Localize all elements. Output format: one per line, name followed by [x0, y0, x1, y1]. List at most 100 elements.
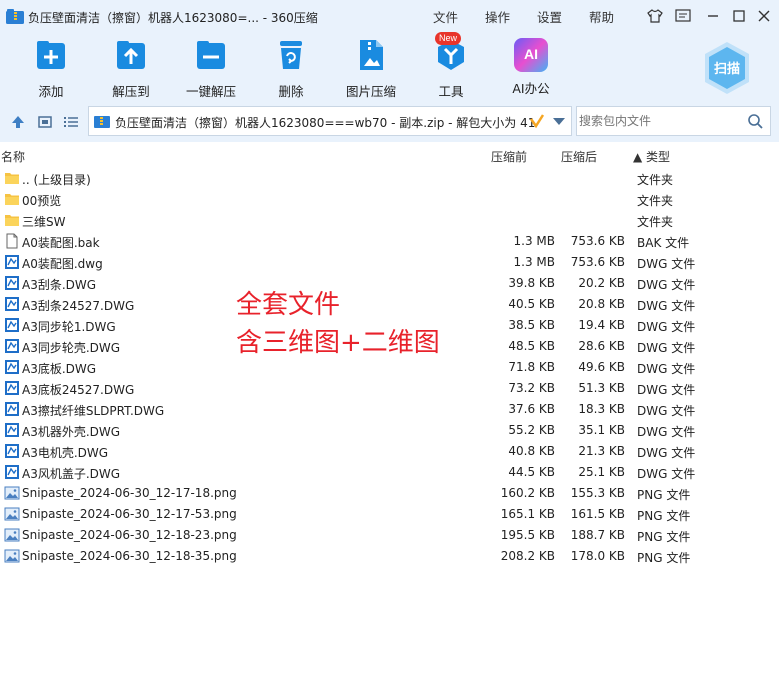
- file-type: DWG 文件: [637, 425, 696, 439]
- file-name: Snipaste_2024-06-30_12-18-35.png: [22, 549, 237, 563]
- skin-button[interactable]: [644, 6, 666, 26]
- up-arrow-icon[interactable]: [10, 114, 26, 130]
- file-row[interactable]: Snipaste_2024-06-30_12-18-23.png 195.5 KB…: [0, 525, 779, 546]
- extract-to-icon: [117, 41, 145, 69]
- title-bar: 负压壁面清洁（擦窗）机器人1623080=... - 360压缩 文件 操作 设…: [0, 0, 779, 32]
- delete-icon: [280, 41, 302, 69]
- scan-button[interactable]: 扫描: [702, 40, 752, 96]
- file-type: DWG 文件: [637, 467, 696, 481]
- one-click-extract-button[interactable]: 一键解压: [176, 38, 246, 99]
- dwg-file-icon: [5, 381, 19, 395]
- file-type: DWG 文件: [637, 404, 696, 418]
- menu-help[interactable]: 帮助: [589, 7, 614, 26]
- file-row[interactable]: Snipaste_2024-06-30_12-18-35.png 208.2 KB…: [0, 546, 779, 567]
- file-type: PNG 文件: [637, 530, 691, 544]
- address-bar: 负压壁面清洁（擦窗）机器人1623080===wb70 - 副本.zip - 解…: [0, 102, 779, 142]
- overlay-line-1: 全套文件: [236, 290, 341, 320]
- add-button[interactable]: 添加: [16, 38, 86, 99]
- file-name: A0装配图.bak: [22, 236, 100, 250]
- thumbnail-view-icon[interactable]: [37, 114, 53, 130]
- file-type: 文件夹: [637, 215, 674, 229]
- file-list-header: 名称 压缩前 压缩后 ▲ 类型: [0, 145, 779, 167]
- size-after: 49.6 KB: [578, 360, 625, 374]
- search-icon[interactable]: [747, 113, 763, 129]
- image-compress-button[interactable]: 图片压缩: [336, 38, 406, 99]
- file-row[interactable]: Snipaste_2024-06-30_12-17-53.png 165.1 KB…: [0, 504, 779, 525]
- archive-path: 负压壁面清洁（擦窗）机器人1623080===wb70 - 副本.zip - 解…: [115, 116, 535, 130]
- size-after: 35.1 KB: [578, 423, 625, 437]
- file-type: DWG 文件: [637, 299, 696, 313]
- file-row[interactable]: A3机器外壳.DWG 55.2 KB 35.1 KB DWG 文件: [0, 420, 779, 441]
- path-dropdown-icon[interactable]: [553, 118, 565, 125]
- minimize-button[interactable]: [702, 6, 724, 26]
- file-row[interactable]: 00预览 文件夹: [0, 189, 779, 210]
- file-type: PNG 文件: [637, 488, 691, 502]
- file-name: A3同步轮1.DWG: [22, 320, 116, 334]
- file-row[interactable]: A0装配图.dwg 1.3 MB 753.6 KB DWG 文件: [0, 252, 779, 273]
- file-row[interactable]: A3底板24527.DWG 73.2 KB 51.3 KB DWG 文件: [0, 378, 779, 399]
- size-after: 155.3 KB: [570, 486, 625, 500]
- ai-icon-text: AI: [524, 46, 538, 62]
- size-after: 753.6 KB: [570, 255, 625, 269]
- image-file-icon: [4, 486, 20, 500]
- image-compress-label: 图片压缩: [345, 84, 396, 99]
- menu-operation[interactable]: 操作: [485, 7, 510, 26]
- message-icon: [675, 9, 691, 22]
- menu-settings[interactable]: 设置: [537, 7, 562, 26]
- column-before[interactable]: 压缩前: [491, 148, 527, 165]
- file-type: DWG 文件: [637, 383, 696, 397]
- minimize-icon: [708, 15, 718, 17]
- feedback-button[interactable]: [672, 6, 694, 26]
- file-name: A3底板.DWG: [22, 362, 97, 376]
- file-type: DWG 文件: [637, 257, 696, 271]
- add-label: 添加: [38, 84, 64, 99]
- file-row[interactable]: A3擦拭纤维SLDPRT.DWG 37.6 KB 18.3 KB DWG 文件: [0, 399, 779, 420]
- path-field[interactable]: 负压壁面清洁（擦窗）机器人1623080===wb70 - 副本.zip - 解…: [88, 106, 572, 136]
- column-type[interactable]: ▲ 类型: [633, 148, 670, 165]
- file-row[interactable]: A0装配图.bak 1.3 MB 753.6 KB BAK 文件: [0, 231, 779, 252]
- maximize-button[interactable]: [728, 6, 750, 26]
- size-after: 21.3 KB: [578, 444, 625, 458]
- dwg-file-icon: [5, 465, 19, 479]
- file-name: A3擦拭纤维SLDPRT.DWG: [22, 404, 165, 418]
- file-icon: [6, 233, 18, 249]
- file-row[interactable]: A3电机壳.DWG 40.8 KB 21.3 KB DWG 文件: [0, 441, 779, 462]
- list-view-icon[interactable]: [63, 114, 79, 130]
- file-name: A3同步轮壳.DWG: [22, 341, 121, 355]
- overlay-annotation: 全套文件 含三维图+二维图: [236, 286, 440, 362]
- folder-icon: [5, 215, 19, 226]
- dwg-file-icon: [5, 444, 19, 458]
- add-icon: [37, 41, 65, 69]
- column-name[interactable]: 名称: [1, 148, 25, 165]
- ai-office-icon: AI: [514, 38, 548, 72]
- folder-icon: [5, 173, 19, 184]
- file-name: 三维SW: [22, 215, 66, 229]
- tools-button[interactable]: New 工具: [416, 32, 486, 99]
- dwg-file-icon: [5, 255, 19, 269]
- ai-office-button[interactable]: AI AI办公: [496, 38, 566, 98]
- search-box[interactable]: [576, 106, 771, 136]
- close-button[interactable]: [753, 6, 775, 26]
- delete-button[interactable]: 删除: [256, 38, 326, 99]
- scan-label: 扫描: [713, 62, 740, 77]
- window-title: 负压壁面清洁（擦窗）机器人1623080=... - 360压缩: [28, 11, 318, 25]
- dwg-file-icon: [5, 402, 19, 416]
- file-name: .. (上级目录): [22, 173, 91, 187]
- image-file-icon: [4, 507, 20, 521]
- file-row[interactable]: 三维SW 文件夹: [0, 210, 779, 231]
- file-type: BAK 文件: [637, 236, 690, 250]
- search-input[interactable]: [579, 112, 739, 130]
- size-after: 161.5 KB: [570, 507, 625, 521]
- extract-to-button[interactable]: 解压到: [96, 38, 166, 99]
- image-file-icon: [4, 528, 20, 542]
- column-after[interactable]: 压缩后: [561, 148, 597, 165]
- dwg-file-icon: [5, 360, 19, 374]
- file-row[interactable]: .. (上级目录) 文件夹: [0, 168, 779, 189]
- file-name: A3风机盖子.DWG: [22, 467, 121, 481]
- toolbar: 添加 解压到 一键解压 删除 图片压缩 New 工具 AI AI办公 扫描: [0, 32, 779, 102]
- menu-file[interactable]: 文件: [433, 7, 458, 26]
- file-row[interactable]: A3风机盖子.DWG 44.5 KB 25.1 KB DWG 文件: [0, 462, 779, 483]
- dwg-file-icon: [5, 423, 19, 437]
- file-row[interactable]: Snipaste_2024-06-30_12-17-18.png 160.2 KB…: [0, 483, 779, 504]
- one-click-extract-label: 一键解压: [185, 84, 236, 99]
